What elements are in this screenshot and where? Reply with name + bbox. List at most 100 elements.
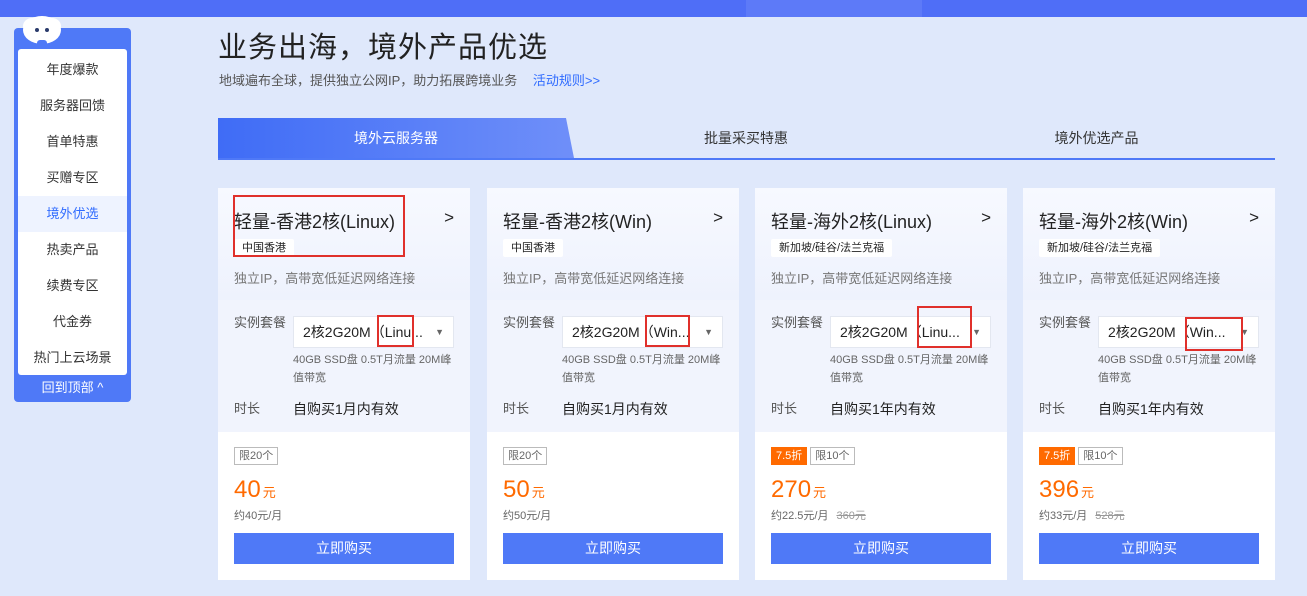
product-tabs: 境外云服务器 批量采买特惠 境外优选产品 [218,118,1275,160]
chevron-right-icon[interactable]: > [713,208,723,228]
duration-label: 时长 [234,401,261,416]
monthly-price: 约50元/月 [503,510,552,522]
badge-row: 限20个 [234,447,281,465]
original-price: 360元 [836,510,866,522]
side-nav-item-server-feedback[interactable]: 服务器回馈 [18,88,127,124]
price: 396 元 [1039,476,1094,504]
price-unit: 元 [1081,485,1095,500]
original-price: 528元 [1095,510,1125,522]
product-description: 独立IP，高带宽低延迟网络连接 [771,271,953,286]
instance-label: 实例套餐 [771,315,824,330]
monthly-price: 约33元/月 528元 [1039,507,1125,523]
duration-label: 时长 [503,401,530,416]
duration-value: 自购买1月内有效 [562,401,668,417]
product-description: 独立IP，高带宽低延迟网络连接 [503,271,685,286]
region-tag: 新加坡/硅谷/法兰克福 [771,239,893,257]
monthly-price-value: 约22.5元/月 [771,510,829,522]
caret-down-icon: ▼ [972,327,981,337]
instance-label: 实例套餐 [1039,315,1092,330]
card-header: 轻量-香港2核(Win) > 中国香港 独立IP，高带宽低延迟网络连接 [487,188,739,300]
product-description: 独立IP，高带宽低延迟网络连接 [1039,271,1221,286]
price-value: 396 [1039,476,1080,503]
package-select[interactable]: 2核2G20M（Linu... ▼ [293,316,454,348]
price: 50 元 [503,476,545,504]
badge-row: 7.5折 限10个 [771,447,858,465]
subtitle-text: 地域遍布全球，提供独立公网IP，助力拓展跨境业务 [219,73,518,88]
side-nav-item-renewal[interactable]: 续费专区 [18,268,127,304]
duration-value: 自购买1年内有效 [1098,401,1204,417]
top-navigation-bar [0,0,1307,17]
buy-now-button[interactable]: 立即购买 [503,533,723,564]
limit-badge: 限20个 [234,447,279,465]
tab-overseas-cloud-server[interactable]: 境外云服务器 [218,118,574,158]
price-unit: 元 [813,485,827,500]
tab-overseas-products[interactable]: 境外优选产品 [918,118,1275,158]
back-to-top-button[interactable]: 回到顶部 ^ [14,378,131,400]
tab-bulk-purchase[interactable]: 批量采买特惠 [574,118,918,158]
package-spec: 40GB SSD盘 0.5T月流量 20M峰值带宽 [293,354,452,384]
top-nav-highlight[interactable] [746,0,922,17]
discount-badge: 7.5折 [771,447,808,465]
package-spec: 40GB SSD盘 0.5T月流量 20M峰值带宽 [830,354,989,384]
monthly-price: 约40元/月 [234,510,283,522]
buy-now-button[interactable]: 立即购买 [234,533,454,564]
instance-label: 实例套餐 [234,315,287,330]
side-nav-item-hot-products[interactable]: 热卖产品 [18,232,127,268]
annotation-box [377,315,414,347]
caret-down-icon: ▼ [435,327,444,337]
chevron-right-icon[interactable]: > [981,208,991,228]
card-config: 实例套餐 2核2G20M（Linu... ▼ 40GB SSD盘 0.5T月流量… [218,300,470,432]
annotation-box [233,195,405,257]
discount-badge: 7.5折 [1039,447,1076,465]
limit-badge: 限20个 [503,447,548,465]
duration-value: 自购买1年内有效 [830,401,936,417]
region-tag: 中国香港 [503,239,563,257]
price-unit: 元 [531,485,545,500]
limit-badge: 限10个 [1078,447,1123,465]
side-nav-item-cloud-scenarios[interactable]: 热门上云场景 [18,340,127,376]
activity-rules-link[interactable]: 活动规则>> [533,73,600,88]
product-name[interactable]: 轻量-香港2核(Win) [503,208,652,234]
side-nav-item-annual-hot[interactable]: 年度爆款 [18,52,127,88]
package-spec: 40GB SSD盘 0.5T月流量 20M峰值带宽 [1098,354,1257,384]
price-unit: 元 [262,485,276,500]
card-header: 轻量-海外2核(Win) > 新加坡/硅谷/法兰克福 独立IP，高带宽低延迟网络… [1023,188,1275,300]
side-nav-item-buy-gift[interactable]: 买赠专区 [18,160,127,196]
limit-badge: 限10个 [810,447,855,465]
buy-now-button[interactable]: 立即购买 [1039,533,1259,564]
annotation-box [1185,317,1243,351]
price-value: 270 [771,476,812,503]
side-nav-list: 年度爆款 服务器回馈 首单特惠 买赠专区 境外优选 热卖产品 续费专区 代金券 … [18,49,127,375]
chevron-right-icon[interactable]: > [444,208,454,228]
product-card: 轻量-海外2核(Win) > 新加坡/硅谷/法兰克福 独立IP，高带宽低延迟网络… [1023,188,1275,580]
package-spec: 40GB SSD盘 0.5T月流量 20M峰值带宽 [562,354,721,384]
buy-now-button[interactable]: 立即购买 [771,533,991,564]
duration-value: 自购买1月内有效 [293,401,399,417]
card-header: 轻量-海外2核(Linux) > 新加坡/硅谷/法兰克福 独立IP，高带宽低延迟… [755,188,1007,300]
duration-label: 时长 [771,401,798,416]
price-value: 50 [503,476,530,503]
price-value: 40 [234,476,261,503]
annotation-box [645,315,690,347]
side-nav-item-overseas[interactable]: 境外优选 [18,196,127,232]
side-nav-item-first-order[interactable]: 首单特惠 [18,124,127,160]
floating-side-nav: 年度爆款 服务器回馈 首单特惠 买赠专区 境外优选 热卖产品 续费专区 代金券 … [14,16,131,402]
region-tag: 新加坡/硅谷/法兰克福 [1039,239,1161,257]
card-config: 实例套餐 2核2G20M（Win... ▼ 40GB SSD盘 0.5T月流量 … [487,300,739,432]
price: 270 元 [771,476,826,504]
annotation-box [917,306,972,348]
product-description: 独立IP，高带宽低延迟网络连接 [234,271,416,286]
price: 40 元 [234,476,276,504]
mascot-icon [23,16,61,50]
product-card: 轻量-香港2核(Win) > 中国香港 独立IP，高带宽低延迟网络连接 实例套餐… [487,188,739,580]
side-nav-item-vouchers[interactable]: 代金券 [18,304,127,340]
badge-row: 7.5折 限10个 [1039,447,1126,465]
instance-label: 实例套餐 [503,315,556,330]
monthly-price: 约22.5元/月 360元 [771,507,866,523]
page-subtitle: 地域遍布全球，提供独立公网IP，助力拓展跨境业务 活动规则>> [219,70,600,89]
monthly-price-value: 约33元/月 [1039,510,1088,522]
product-name[interactable]: 轻量-海外2核(Linux) [771,208,932,234]
package-select[interactable]: 2核2G20M（Win... ▼ [562,316,723,348]
product-name[interactable]: 轻量-海外2核(Win) [1039,208,1188,234]
chevron-right-icon[interactable]: > [1249,208,1259,228]
